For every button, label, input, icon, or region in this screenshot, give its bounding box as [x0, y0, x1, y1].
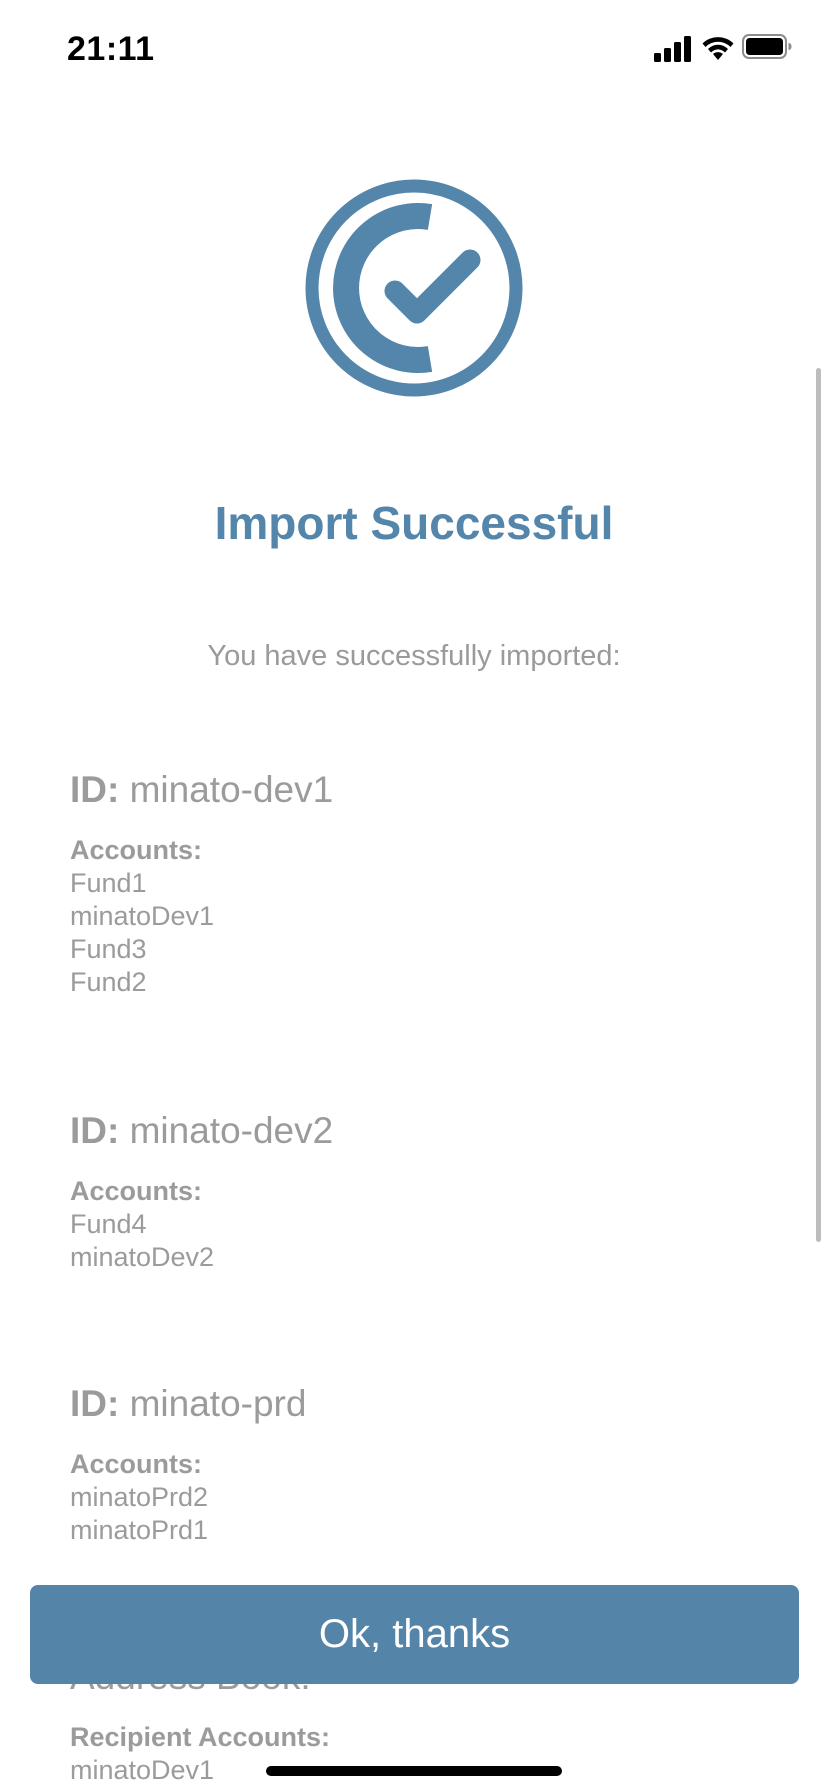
entry-id: ID: minato-dev1	[70, 768, 770, 812]
battery-icon	[742, 34, 792, 59]
ok-thanks-button[interactable]: Ok, thanks	[30, 1585, 799, 1684]
cellular-signal-icon	[654, 36, 691, 62]
account-item: Fund2	[70, 967, 147, 997]
page-subtitle: You have successfully imported:	[207, 640, 621, 672]
import-summary-scroll-view[interactable]: Import Successful You have successfully …	[0, 100, 828, 1792]
account-item: Fund4	[70, 1209, 147, 1239]
account-item: minatoDev1	[70, 901, 215, 931]
entry-id-value: minato-prd	[119, 1383, 307, 1424]
entry-id: ID: minato-dev2	[70, 1109, 770, 1153]
home-indicator[interactable]	[266, 1766, 562, 1776]
account-item: Fund1	[70, 868, 147, 898]
account-item: Fund3	[70, 934, 147, 964]
page-title: Import Successful	[214, 497, 614, 549]
entry-id-value: minato-dev2	[119, 1110, 334, 1151]
recipient-accounts-label: Recipient Accounts:	[70, 1722, 331, 1752]
account-item: minatoPrd1	[70, 1515, 209, 1545]
entry-id-value: minato-dev1	[119, 769, 334, 810]
import-entry: ID: minato-prd Accounts: minatoPrd2 mina…	[70, 1382, 770, 1547]
circle-check-icon	[305, 179, 523, 397]
status-time: 21:11	[67, 30, 155, 68]
wifi-icon	[702, 37, 734, 60]
entry-id-label: ID:	[70, 769, 120, 810]
entry-id-label: ID:	[70, 1110, 120, 1151]
import-entry: ID: minato-dev2 Accounts: Fund4 minatoDe…	[70, 1109, 770, 1274]
account-item: minatoDev2	[70, 1242, 215, 1272]
entry-id-label: ID:	[70, 1383, 120, 1424]
accounts-label: Accounts:	[70, 835, 203, 865]
status-bar: 21:11	[0, 0, 828, 100]
accounts-label: Accounts:	[70, 1449, 203, 1479]
status-icons	[654, 33, 794, 63]
account-item: minatoPrd2	[70, 1482, 209, 1512]
accounts-label: Accounts:	[70, 1176, 203, 1206]
import-entry: ID: minato-dev1 Accounts: Fund1 minatoDe…	[70, 768, 770, 999]
entry-id: ID: minato-prd	[70, 1382, 770, 1426]
scrollbar[interactable]	[816, 368, 821, 1242]
